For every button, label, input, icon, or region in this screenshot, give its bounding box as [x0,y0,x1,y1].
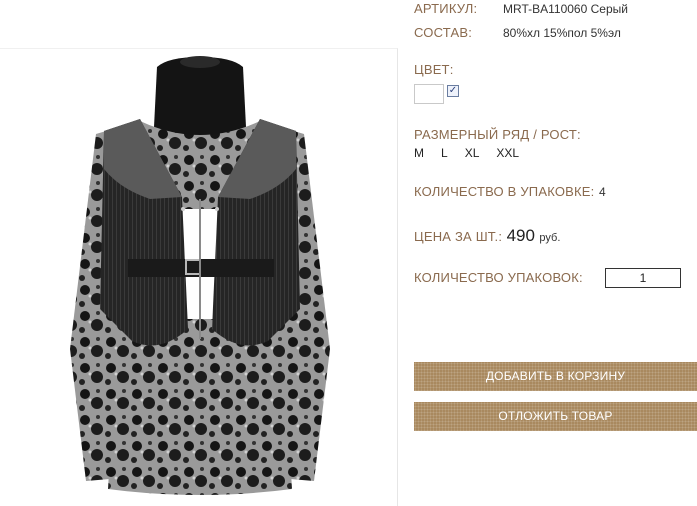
composition-value: 80%хл 15%пол 5%эл [503,26,621,40]
sku-label: АРТИКУЛ: [414,1,478,16]
add-to-cart-button[interactable]: ДОБАВИТЬ В КОРЗИНУ [414,362,697,391]
packs-quantity-input[interactable]: 1 [605,268,681,288]
size-label: РАЗМЕРНЫЙ РЯД / РОСТ: [414,127,581,142]
composition-label: СОСТАВ: [414,25,473,40]
product-image[interactable] [0,48,398,506]
size-list: M L XL XXL [414,146,536,160]
price-label: ЦЕНА ЗА ШТ.: [414,229,503,244]
color-label: ЦВЕТ: [414,62,454,77]
pack-qty-row: КОЛИЧЕСТВО В УПАКОВКЕ: 4 [414,183,606,201]
pack-qty-label: КОЛИЧЕСТВО В УПАКОВКЕ: [414,184,595,199]
sku-value: MRT-BA110060 Серый [503,2,628,16]
checkbox-checked-icon[interactable]: ✓ [447,85,459,97]
packs-label: КОЛИЧЕСТВО УПАКОВОК: [414,270,583,285]
size-item: XXL [496,146,520,160]
postpone-button[interactable]: ОТЛОЖИТЬ ТОВАР [414,402,697,431]
price-value: 490 [506,226,535,245]
size-item: XL [464,146,480,160]
blouse-photo-icon [70,56,330,495]
pack-qty-value: 4 [598,185,606,199]
price-row: ЦЕНА ЗА ШТ.: 490 руб. [414,226,560,246]
size-item: M [414,146,424,160]
size-item: L [441,146,448,160]
price-currency: руб. [539,232,561,244]
color-swatch[interactable] [414,84,444,104]
